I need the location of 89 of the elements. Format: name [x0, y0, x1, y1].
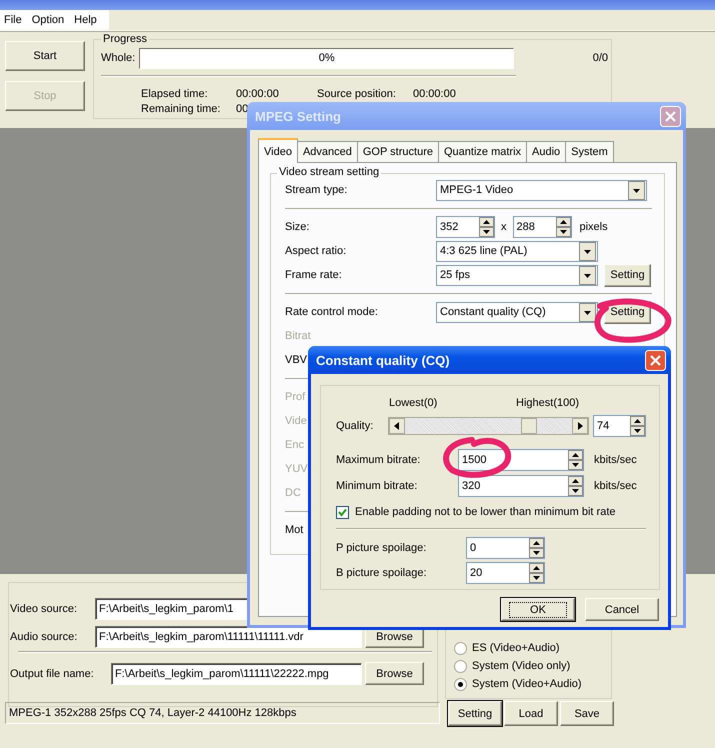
spin-arrows-icon[interactable]	[529, 538, 544, 558]
height-spinbox[interactable]: 288	[512, 216, 572, 238]
tab[interactable]: System	[565, 141, 614, 162]
group-title: Progress	[102, 33, 148, 45]
menu-item[interactable]: File	[0, 14, 28, 26]
menu-item[interactable]: Option	[28, 14, 70, 26]
spin-arrows-icon[interactable]	[556, 217, 570, 237]
field-label: Bitrat	[285, 330, 311, 342]
progress-percent: 0%	[318, 51, 336, 66]
field-label: Minimum bitrate:	[336, 480, 418, 492]
status-text: MPEG-1 352x288 25fps CQ 74, Layer-2 44100Hz 128kbps	[5, 702, 440, 724]
spoilage-spinbox[interactable]: 20	[466, 562, 545, 584]
stat-value: 00:00:00	[413, 88, 457, 100]
field-label: Size:	[285, 221, 310, 233]
field-label: Quality:	[336, 420, 374, 432]
bitrate-spinbox[interactable]: 1500	[458, 449, 584, 471]
unit-label: kbits/sec	[594, 454, 637, 466]
field-label: Stream type:	[285, 184, 348, 196]
menu-item[interactable]: Help	[70, 14, 103, 26]
stat-label: Elapsed time:	[141, 88, 209, 100]
path-field[interactable]: F:\Arbeit\s_legkim_parom\11111\22222.mpg	[111, 662, 362, 684]
stat-value: 00:00:00	[236, 88, 280, 100]
action-button[interactable]: Load	[504, 701, 558, 726]
dropdown[interactable]: 4:3 625 line (PAL)	[436, 240, 598, 262]
dialog-title: Constant quality (CQ)	[316, 352, 450, 368]
radio-button[interactable]	[454, 678, 467, 690]
tab[interactable]: Audio	[526, 141, 566, 162]
bitrate-spinbox[interactable]: 320	[458, 475, 584, 497]
field-label: VBV	[285, 354, 308, 366]
field-label: DC	[285, 487, 301, 499]
times-sign: x	[501, 221, 506, 233]
stat-label: Source position:	[317, 88, 397, 100]
spin-arrows-icon[interactable]	[630, 416, 645, 436]
dropdown[interactable]: Constant quality (CQ)	[436, 302, 598, 322]
field-label: Whole:	[101, 52, 136, 64]
field-label: B picture spoilage:	[336, 566, 428, 578]
spin-arrows-icon[interactable]	[568, 450, 583, 470]
checkbox[interactable]	[336, 506, 349, 518]
path-field[interactable]: F:\Arbeit\s_legkim_parom\11111\11111.vdr	[95, 626, 362, 648]
progress-count: 0/0	[592, 52, 608, 64]
start-button[interactable]: Start	[5, 41, 85, 71]
cancel-button[interactable]: Cancel	[585, 598, 659, 621]
radio-label[interactable]: System (Video+Audio)	[472, 678, 582, 690]
field-label: Frame rate:	[285, 269, 343, 281]
tab[interactable]: GOP structure	[356, 141, 439, 162]
scale-label: Lowest(0)	[389, 397, 438, 411]
spin-arrows-icon[interactable]	[529, 562, 544, 582]
dropdown[interactable]: MPEG-1 Video	[436, 180, 647, 200]
field-label: P picture spoilage:	[336, 542, 428, 554]
quality-slider[interactable]	[388, 417, 589, 435]
unit-label: pixels	[580, 221, 608, 233]
action-button[interactable]: Setting	[448, 701, 502, 726]
field-label: Vide	[285, 415, 307, 427]
group-title: Video stream setting	[277, 166, 382, 178]
field-label: Prof	[285, 391, 306, 403]
checkbox-label[interactable]: Enable padding not to be lower than minimum bit rate	[355, 506, 616, 518]
tab[interactable]: Advanced	[296, 141, 358, 162]
close-icon[interactable]	[645, 350, 666, 370]
unit-label: kbits/sec	[594, 480, 637, 492]
setting-button[interactable]: Setting	[604, 264, 651, 286]
field-label: YUV	[285, 463, 308, 475]
radio-label[interactable]: ES (Video+Audio)	[472, 642, 560, 654]
slider-thumb[interactable]	[520, 418, 537, 434]
field-label: Maximum bitrate:	[336, 454, 422, 466]
radio-button[interactable]	[454, 660, 467, 672]
browse-button[interactable]: Browse	[365, 662, 424, 685]
field-label: Output file name:	[10, 668, 95, 680]
radio-button[interactable]	[454, 642, 467, 654]
tab[interactable]: Quantize matrix	[438, 141, 528, 162]
field-label: Audio source:	[10, 630, 78, 642]
scale-label: Highest(100)	[516, 397, 579, 411]
highlight-scribble	[443, 437, 512, 478]
tab[interactable]: Video	[258, 138, 298, 163]
dropdown[interactable]: 25 fps	[436, 264, 598, 286]
field-label: Rate control mode:	[285, 306, 379, 318]
spoilage-spinbox[interactable]: 0	[466, 536, 545, 558]
width-spinbox[interactable]: 352	[436, 216, 495, 238]
spin-arrows-icon[interactable]	[568, 476, 583, 496]
stat-label: Remaining time:	[141, 103, 222, 115]
action-button[interactable]: Save	[560, 701, 614, 726]
quality-spinbox[interactable]: 74	[593, 415, 646, 437]
spin-arrows-icon[interactable]	[479, 217, 494, 237]
field-label: Aspect ratio:	[285, 245, 348, 257]
radio-label[interactable]: System (Video only)	[472, 660, 570, 672]
dialog-title: MPEG Setting	[255, 108, 341, 124]
field-label: Video source:	[10, 603, 78, 615]
field-label: Enc	[285, 439, 304, 451]
ok-button[interactable]: OK	[501, 598, 575, 621]
field-label: Mot	[285, 524, 304, 536]
